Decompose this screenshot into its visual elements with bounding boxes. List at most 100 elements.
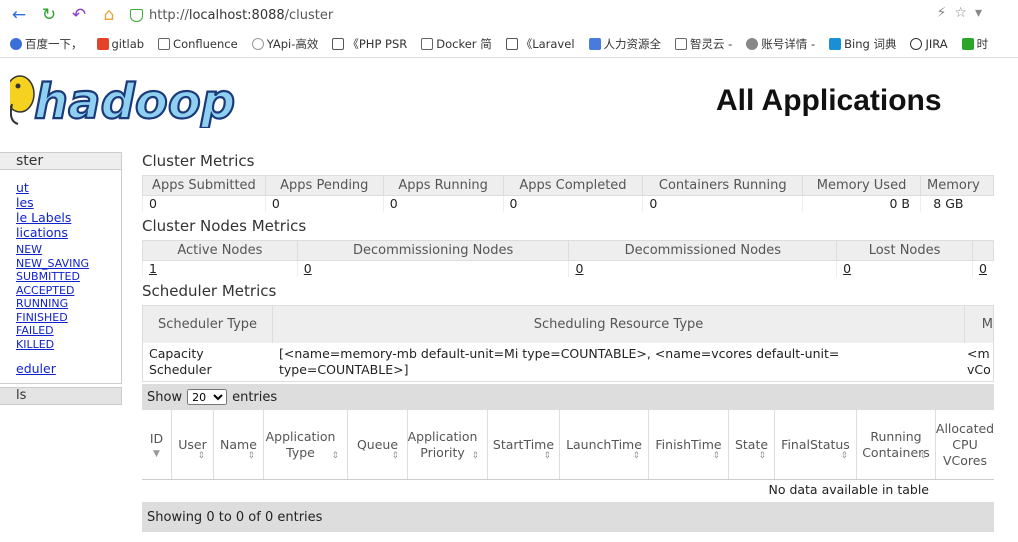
page-icon bbox=[675, 38, 688, 50]
bookmark-gitlab[interactable]: gitlab bbox=[96, 37, 145, 51]
nav-link-node-labels[interactable]: le Labels bbox=[0, 210, 121, 225]
page-title: All Applications bbox=[716, 84, 942, 117]
active-nodes-link[interactable]: 1 bbox=[149, 261, 157, 276]
scheduler-type-header[interactable]: Scheduler Type bbox=[143, 306, 273, 343]
page-size-select[interactable]: 20 bbox=[187, 389, 228, 405]
nav-state-new-saving[interactable]: NEW_SAVING bbox=[0, 257, 121, 271]
sort-icon: ⇕ bbox=[197, 451, 205, 461]
col-final-status[interactable]: FinalStatus ⇕ bbox=[775, 410, 857, 479]
nav-state-running[interactable]: RUNNING bbox=[0, 297, 121, 311]
scheduler-extra-header[interactable]: M bbox=[965, 306, 993, 343]
col-launch-time[interactable]: LaunchTime ⇕ bbox=[560, 410, 649, 479]
jira-icon bbox=[910, 38, 923, 50]
metric-header[interactable]: Apps Submitted bbox=[142, 175, 266, 196]
node-metric-header[interactable]: Lost Nodes bbox=[836, 240, 973, 261]
nav-state-finished[interactable]: FINISHED bbox=[0, 311, 121, 325]
bookmark-label: 账号详情 - bbox=[761, 37, 816, 51]
node-metric-header[interactable]: Decommissioning Nodes bbox=[296, 240, 570, 261]
page-icon bbox=[421, 38, 434, 50]
node-metric-header[interactable] bbox=[971, 240, 995, 261]
sort-icon: ⇕ bbox=[919, 451, 927, 461]
nav-cluster-header[interactable]: ster bbox=[0, 153, 121, 170]
col-user[interactable]: User ⇕ bbox=[172, 410, 214, 479]
bookmark-php-psr[interactable]: 《PHP PSR bbox=[332, 36, 407, 52]
sort-icon: ⇕ bbox=[840, 451, 848, 461]
col-name[interactable]: Name ⇕ bbox=[214, 410, 264, 479]
bookmarks-bar: 百度一下， gitlab Confluence YApi-高效 《PHP PSR… bbox=[0, 33, 1018, 55]
bookmark-label: Docker 简 bbox=[436, 37, 492, 51]
bookmark-time[interactable]: 时 bbox=[961, 36, 988, 52]
decommissioned-nodes-link[interactable]: 0 bbox=[575, 261, 583, 276]
col-id[interactable]: ID ▼ bbox=[142, 410, 172, 479]
apps-info-footer: Showing 0 to 0 of 0 entries bbox=[142, 502, 994, 532]
col-allocated-vcores[interactable]: Allocated CPU VCores bbox=[936, 410, 994, 479]
bookmark-baidu[interactable]: 百度一下， bbox=[10, 36, 83, 52]
nav-state-failed[interactable]: FAILED bbox=[0, 324, 121, 338]
metric-header[interactable]: Memory bbox=[919, 175, 995, 196]
node-metric-header[interactable]: Active Nodes bbox=[142, 240, 298, 261]
nav-state-new[interactable]: NEW bbox=[0, 243, 121, 257]
address-bar[interactable]: http://localhost:8088/cluster bbox=[130, 4, 333, 26]
undo-icon[interactable]: ↶ bbox=[68, 4, 90, 26]
bookmark-yapi[interactable]: YApi-高效 bbox=[251, 36, 319, 52]
nav-state-accepted[interactable]: ACCEPTED bbox=[0, 284, 121, 298]
metric-value: 8 GB bbox=[919, 195, 994, 212]
nav-state-submitted[interactable]: SUBMITTED bbox=[0, 270, 121, 284]
bookmark-label: YApi-高效 bbox=[266, 37, 319, 51]
scheduler-type-value: Capacity Scheduler bbox=[149, 346, 212, 377]
lost-nodes-link[interactable]: 0 bbox=[843, 261, 851, 276]
metric-header[interactable]: Apps Completed bbox=[502, 175, 644, 196]
scheduler-extra-value: <m vCo bbox=[967, 346, 991, 377]
home-icon[interactable]: ⌂ bbox=[98, 4, 120, 26]
address-actions[interactable]: ⚡☆▾ bbox=[937, 5, 990, 21]
bookmark-zhilingyun[interactable]: 智灵云 - bbox=[675, 36, 732, 52]
col-application-type[interactable]: Application Type ⇕ bbox=[264, 410, 348, 479]
node-metric-header[interactable]: Decommissioned Nodes bbox=[568, 240, 838, 261]
col-finish-time[interactable]: FinishTime ⇕ bbox=[649, 410, 729, 479]
metric-value: 0 bbox=[264, 195, 384, 212]
secure-shield-icon bbox=[130, 8, 143, 22]
yapi-icon bbox=[251, 38, 264, 50]
bookmark-docker[interactable]: Docker 简 bbox=[421, 36, 492, 52]
page-icon bbox=[158, 38, 171, 50]
hadoop-logo: hadoop bbox=[5, 66, 240, 131]
unhealthy-nodes-link[interactable]: 0 bbox=[979, 261, 987, 276]
bookmark-account[interactable]: 账号详情 - bbox=[746, 36, 815, 52]
bookmark-bing[interactable]: Bing 词典 bbox=[829, 36, 896, 52]
col-state[interactable]: State ⇕ bbox=[729, 410, 775, 479]
apps-table-header: ID ▼ User ⇕ Name ⇕ Application Type ⇕ Queue ⇕… bbox=[142, 410, 994, 480]
nav-link-about[interactable]: ut bbox=[0, 180, 121, 195]
bookmark-confluence[interactable]: Confluence bbox=[158, 37, 238, 51]
refresh-icon[interactable]: ↻ bbox=[38, 4, 60, 26]
metric-value: 0 bbox=[142, 195, 266, 212]
resource-type-header[interactable]: Scheduling Resource Type bbox=[273, 306, 965, 343]
resource-type-value: [<name=memory-mb default-unit=Mi type=CO… bbox=[279, 346, 840, 377]
back-icon[interactable]: ← bbox=[8, 4, 30, 26]
col-start-time[interactable]: StartTime ⇕ bbox=[488, 410, 560, 479]
apps-length-bar: Show 20 entries bbox=[142, 384, 994, 410]
metric-header[interactable]: Containers Running bbox=[642, 175, 804, 196]
bookmark-hr[interactable]: 人力资源全 bbox=[588, 36, 661, 52]
decommissioning-nodes-link[interactable]: 0 bbox=[304, 261, 312, 276]
col-running-containers[interactable]: Running Containers ⇕ bbox=[857, 410, 936, 479]
sort-icon: ⇕ bbox=[543, 451, 551, 461]
metric-header[interactable]: Apps Pending bbox=[264, 175, 384, 196]
nav-link-nodes[interactable]: les bbox=[0, 195, 121, 210]
nav-link-scheduler[interactable]: eduler bbox=[0, 361, 121, 376]
metric-header[interactable]: Memory Used bbox=[802, 175, 921, 196]
hr-icon bbox=[588, 38, 601, 50]
bookmark-label: gitlab bbox=[111, 37, 145, 51]
bookmark-laravel[interactable]: 《Laravel bbox=[505, 36, 575, 52]
url-path: /cluster bbox=[284, 7, 334, 23]
sort-icon: ⇕ bbox=[632, 451, 640, 461]
bookmark-jira[interactable]: JIRA bbox=[910, 37, 948, 51]
col-application-priority[interactable]: Application Priority ⇕ bbox=[408, 410, 488, 479]
nav-tools-header[interactable]: ls bbox=[0, 387, 122, 405]
left-nav: ster ut les le Labels lications NEW NEW_… bbox=[0, 152, 122, 384]
nav-state-killed[interactable]: KILLED bbox=[0, 338, 121, 352]
github-icon bbox=[332, 38, 345, 50]
sort-icon: ⇕ bbox=[391, 451, 399, 461]
col-queue[interactable]: Queue ⇕ bbox=[348, 410, 408, 479]
metric-header[interactable]: Apps Running bbox=[382, 175, 504, 196]
nav-link-applications[interactable]: lications bbox=[0, 225, 121, 240]
